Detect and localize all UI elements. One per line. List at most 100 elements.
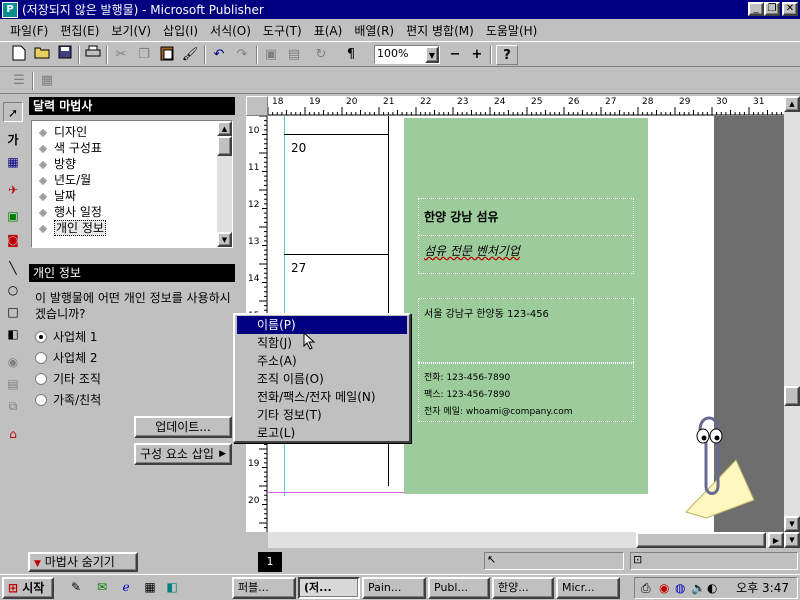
copy-icon[interactable]: ❐ xyxy=(133,45,155,65)
scroll-down-icon[interactable]: ▼ xyxy=(784,516,800,532)
menu-edit[interactable]: 편집(E) xyxy=(54,22,105,39)
scroll-thumb[interactable] xyxy=(217,136,232,156)
scroll-down-icon[interactable]: ▼ xyxy=(784,532,800,548)
menu-view[interactable]: 보기(V) xyxy=(105,22,157,39)
calendar-date[interactable]: 20 xyxy=(291,141,306,155)
tray-icon[interactable]: ◍ xyxy=(675,578,685,598)
restore-button[interactable]: ❐ xyxy=(764,2,780,16)
menu-format[interactable]: 서식(O) xyxy=(204,22,257,39)
personal-info-panel[interactable]: 한양 강남 섬유 섬유 전문 벤처기업 서울 강남구 한양동 123-456 전… xyxy=(404,118,648,494)
picture-frame-tool-icon[interactable]: ▣ xyxy=(3,206,23,226)
menu-insert[interactable]: 삽입(I) xyxy=(157,22,204,39)
update-button[interactable]: 업데이트... xyxy=(134,416,232,438)
bring-front-icon[interactable]: ▣ xyxy=(260,45,282,65)
scroll-up-icon[interactable]: ▲ xyxy=(217,121,232,136)
list-item[interactable]: 행사 일정 xyxy=(38,204,102,220)
undo-icon[interactable]: ↶ xyxy=(208,45,230,65)
cut-icon[interactable]: ✂ xyxy=(110,45,132,65)
print-icon[interactable] xyxy=(82,45,104,65)
task-button[interactable]: 한양... xyxy=(492,577,554,599)
help-button[interactable]: ? xyxy=(496,45,518,65)
task-button[interactable]: Publ... xyxy=(428,577,490,599)
fax[interactable]: 팩스: 123-456-7890 xyxy=(424,387,510,400)
menu-item-title[interactable]: 직함(J) xyxy=(237,334,407,352)
hide-wizard-button[interactable]: ▼ 마법사 숨기기 xyxy=(28,552,138,572)
start-button[interactable]: ⊞ 시작 xyxy=(2,577,54,599)
open-icon[interactable] xyxy=(31,45,53,65)
tray-icon[interactable]: ◉ xyxy=(659,578,669,598)
list-item[interactable]: 방향 xyxy=(38,156,76,172)
list-item[interactable]: 년도/월 xyxy=(38,172,91,188)
list-item[interactable]: 날짜 xyxy=(38,188,76,204)
organization-name[interactable]: 한양 강남 섬유 xyxy=(424,208,499,225)
tagline[interactable]: 섬유 전문 벤처기업 xyxy=(424,242,520,259)
volume-icon[interactable]: 🔈 xyxy=(691,578,706,598)
wizard-list-scrollbar[interactable]: ▲ ▼ xyxy=(217,121,232,247)
page-navigator[interactable]: 1 xyxy=(258,552,282,572)
radio-business-1[interactable]: 사업체 1 xyxy=(35,329,98,345)
zoom-out-button[interactable]: − xyxy=(444,45,466,65)
outlook-icon[interactable]: ✉ xyxy=(94,579,110,595)
send-back-icon[interactable]: ▤ xyxy=(283,45,305,65)
rectangle-tool-icon[interactable]: □ xyxy=(3,302,23,322)
menu-table[interactable]: 표(A) xyxy=(308,22,349,39)
design-gallery-tool-icon[interactable]: ⌂ xyxy=(3,424,23,444)
wordart-tool-icon[interactable]: ✈ xyxy=(3,180,23,200)
insert-component-button[interactable]: 구성 요소 삽입 ▶ xyxy=(134,443,232,465)
horizontal-ruler[interactable]: 18 19 20 21 22 23 24 25 26 27 28 29 30 3… xyxy=(268,96,784,116)
redo-icon[interactable]: ↷ xyxy=(231,45,253,65)
email[interactable]: 전자 메일: whoami@company.com xyxy=(424,404,573,417)
publisher-app-icon[interactable]: P xyxy=(2,1,18,18)
calendar-date[interactable]: 27 xyxy=(291,261,306,275)
paste-icon[interactable] xyxy=(156,45,178,65)
chevron-down-icon[interactable]: ▼ xyxy=(425,46,439,63)
desktop-icon[interactable]: ✎ xyxy=(68,579,84,595)
scroll-thumb[interactable] xyxy=(636,532,766,548)
ruler-corner[interactable] xyxy=(246,96,268,116)
html-fragment-tool-icon[interactable]: ▤ xyxy=(3,374,23,394)
scroll-up-icon[interactable]: ▲ xyxy=(784,96,800,112)
tray-icon[interactable]: ◐ xyxy=(707,578,717,598)
close-button[interactable]: ✕ xyxy=(782,2,798,16)
menu-help[interactable]: 도움말(H) xyxy=(480,22,544,39)
radio-family[interactable]: 가족/친척 xyxy=(35,392,101,408)
list-item[interactable]: 색 구성표 xyxy=(38,140,102,156)
scroll-thumb[interactable] xyxy=(784,386,800,406)
menu-file[interactable]: 파일(F) xyxy=(4,22,54,39)
address[interactable]: 서울 강남구 한양동 123-456 xyxy=(424,305,549,320)
list-item-selected[interactable]: 개인 정보 xyxy=(38,220,106,236)
clock[interactable]: 오후 3:47 xyxy=(736,578,789,598)
hotspot-tool-icon[interactable]: ⧉ xyxy=(3,396,23,416)
horizontal-scrollbar[interactable]: ▶ xyxy=(268,532,784,548)
task-button-active[interactable]: (저... xyxy=(298,577,360,599)
office-assistant[interactable] xyxy=(676,400,756,520)
text-frame-tool-icon[interactable]: 가 xyxy=(3,130,23,150)
show-desktop-icon[interactable]: ▦ xyxy=(142,579,158,595)
internet-explorer-icon[interactable]: ℯ xyxy=(118,579,134,595)
phone[interactable]: 전화: 123-456-7890 xyxy=(424,370,510,383)
tray-icon[interactable]: ⎙ xyxy=(641,578,651,598)
menu-tools[interactable]: 도구(T) xyxy=(257,22,308,39)
format-painter-icon[interactable]: 🖌 xyxy=(179,45,201,65)
line-tool-icon[interactable]: ╲ xyxy=(3,258,23,278)
task-button[interactable]: 퍼블... xyxy=(232,577,296,599)
oval-tool-icon[interactable]: ○ xyxy=(3,280,23,300)
minimize-button[interactable]: _ xyxy=(748,2,764,16)
rotate-icon[interactable]: ↻ xyxy=(310,45,332,65)
list-item[interactable]: 디자인 xyxy=(38,124,87,140)
scroll-down-icon[interactable]: ▼ xyxy=(217,232,232,247)
menu-item-address[interactable]: 주소(A) xyxy=(237,352,407,370)
zoom-in-button[interactable]: + xyxy=(466,45,488,65)
vertical-scrollbar[interactable]: ▲ ▼ ▼ xyxy=(784,96,800,548)
save-icon[interactable] xyxy=(54,45,76,65)
align-icon[interactable]: ☰ xyxy=(8,71,30,91)
menu-item-logo[interactable]: 로고(L) xyxy=(237,424,407,442)
menu-item-other-info[interactable]: 기타 정보(T) xyxy=(237,406,407,424)
form-control-tool-icon[interactable]: ◉ xyxy=(3,352,23,372)
menu-arrange[interactable]: 배열(R) xyxy=(348,22,400,39)
table-frame-tool-icon[interactable]: ▦ xyxy=(3,152,23,172)
pointer-tool-icon[interactable]: ➚ xyxy=(3,102,23,122)
pilcrow-icon[interactable]: ¶ xyxy=(340,45,362,65)
menu-mail-merge[interactable]: 편지 병합(M) xyxy=(400,22,480,39)
publisher-quick-icon[interactable]: ◧ xyxy=(164,579,180,595)
